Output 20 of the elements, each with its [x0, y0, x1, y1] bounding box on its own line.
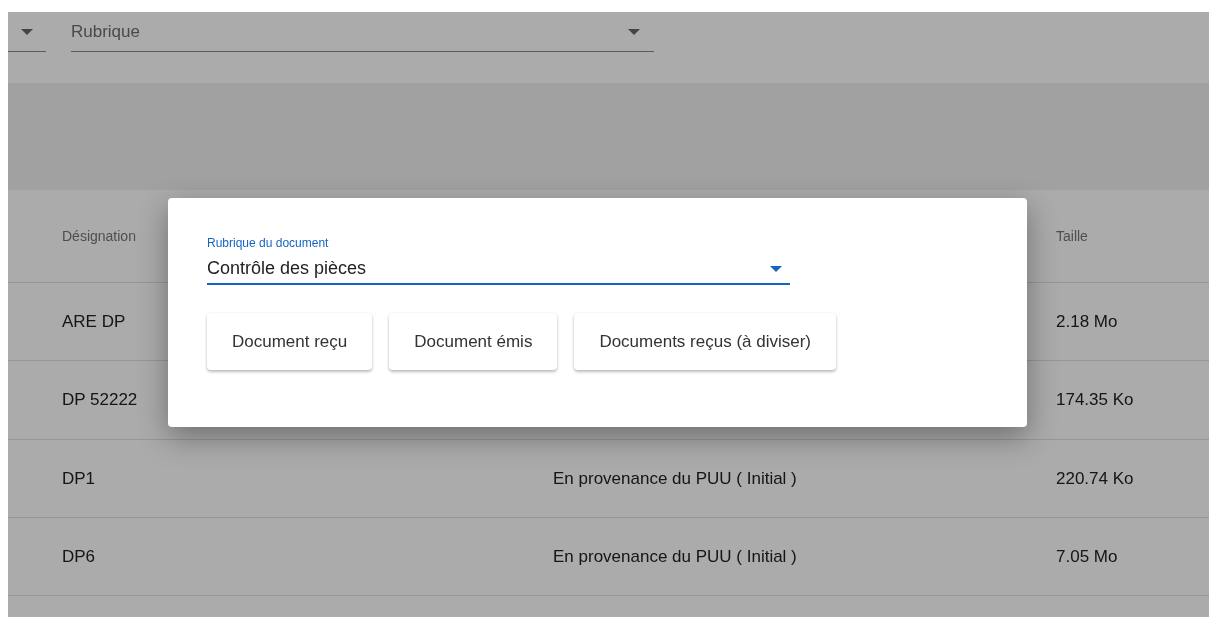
table-cell: 174.35 Ko	[1056, 390, 1134, 410]
category-button[interactable]: Documents reçus (à diviser)	[574, 313, 836, 370]
select-field[interactable]: Rubrique du document Contrôle des pièces	[207, 236, 790, 285]
table-cell: 2.18 Mo	[1056, 311, 1118, 332]
category-button[interactable]: Document émis	[389, 313, 558, 370]
table-cell: DP6	[62, 546, 96, 567]
table-cell: DP 52222	[62, 390, 138, 410]
table-cell: 7.05 Mo	[1056, 546, 1118, 567]
dropdown-caret-icon	[628, 28, 640, 35]
column-header: Désignation	[62, 228, 136, 244]
dropdown-caret-icon	[770, 265, 782, 272]
dropdown-caret-icon	[21, 28, 33, 35]
table-cell: ARE DP	[62, 311, 126, 332]
table-cell: DP1	[62, 468, 96, 489]
category-button[interactable]: Document reçu	[207, 313, 373, 370]
column-header: Taille	[1056, 228, 1088, 244]
select-field[interactable]: Rubrique	[71, 12, 654, 52]
table-cell: 220.74 Ko	[1056, 468, 1134, 489]
table-cell: En provenance du PUU ( Initial )	[553, 468, 797, 489]
table-cell: En provenance du PUU ( Initial )	[553, 546, 797, 567]
